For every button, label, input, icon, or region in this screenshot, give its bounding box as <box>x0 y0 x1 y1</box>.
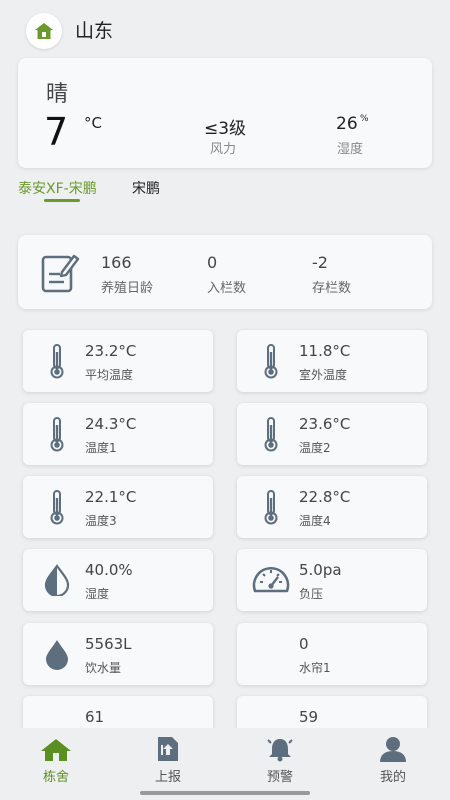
thermometer-icon <box>255 416 287 452</box>
tile-label: 水帘1 <box>299 661 331 675</box>
sensor-tile-avg-temp[interactable]: 23.2°C 平均温度 <box>23 330 213 392</box>
weather-condition: 晴 <box>46 82 69 107</box>
stock-count-label: 存栏数 <box>312 281 352 296</box>
humidity-value: 26 <box>336 114 358 134</box>
sensor-tile-negative-pressure[interactable]: 5.0pa 负压 <box>237 549 427 611</box>
tile-value: 11.8°C <box>299 342 351 360</box>
tile-label: 湿度 <box>85 587 110 601</box>
breeding-days-value: 166 <box>101 253 132 272</box>
thermometer-icon <box>41 343 73 379</box>
tile-value: 23.6°C <box>299 415 351 433</box>
thermometer-icon <box>255 489 287 525</box>
nav-item-alerts[interactable]: 预警 <box>240 734 320 794</box>
nav-label: 预警 <box>266 770 293 785</box>
location-title: 山东 <box>75 20 114 42</box>
nav-item-barns[interactable]: 栋舍 <box>16 734 96 794</box>
tile-value: 23.2°C <box>85 342 137 360</box>
humidity-label: 湿度 <box>337 142 364 157</box>
thermometer-icon <box>41 416 73 452</box>
tile-label: 室外温度 <box>299 368 348 382</box>
wind-value: ≤3级 <box>204 119 247 139</box>
nav-item-report[interactable]: 上报 <box>128 734 208 794</box>
tile-value: 5563L <box>85 635 132 653</box>
stock-in-value: 0 <box>207 253 218 272</box>
sensor-tile-temp-1[interactable]: 24.3°C 温度1 <box>23 403 213 465</box>
home-badge[interactable] <box>26 13 62 49</box>
nav-label: 上报 <box>154 770 181 785</box>
tile-value: 0 <box>299 635 309 653</box>
tile-value: 24.3°C <box>85 415 137 433</box>
sensor-tile-temp-3[interactable]: 22.1°C 温度3 <box>23 476 213 538</box>
tile-value: 40.0% <box>85 561 133 579</box>
temperature-unit: °C <box>84 114 102 132</box>
weather-card: 晴 7 °C ≤3级 风力 26 % 湿度 <box>18 58 432 168</box>
tile-label: 饮水量 <box>85 661 122 675</box>
humidity-unit: % <box>360 114 369 124</box>
stock-in-label: 入栏数 <box>207 281 247 296</box>
sensor-tile-temp-2[interactable]: 23.6°C 温度2 <box>237 403 427 465</box>
sensor-tile-temp-4[interactable]: 22.8°C 温度4 <box>237 476 427 538</box>
water-drop-icon <box>41 636 73 672</box>
tile-value: 5.0pa <box>299 561 342 579</box>
gauge-icon <box>249 562 293 598</box>
tab-songpeng[interactable]: 宋鹏 <box>132 178 160 198</box>
tile-label: 平均温度 <box>85 368 134 382</box>
home-icon <box>16 734 96 762</box>
humidity-drop-icon <box>41 562 73 598</box>
tile-label: 温度3 <box>85 514 117 528</box>
alarm-bell-icon <box>240 734 320 762</box>
breeding-days-label: 养殖日龄 <box>101 281 154 296</box>
home-icon <box>35 23 53 39</box>
nav-label: 栋舍 <box>42 770 69 785</box>
wind-label: 风力 <box>210 142 237 157</box>
tile-label: 温度1 <box>85 441 117 455</box>
sensor-tile-humidity[interactable]: 40.0% 湿度 <box>23 549 213 611</box>
thermometer-icon <box>255 343 287 379</box>
tile-value: 61 <box>85 708 105 726</box>
tile-value: 22.1°C <box>85 488 137 506</box>
bottom-nav: 栋舍 上报 预警 我的 <box>0 728 450 800</box>
document-edit-icon <box>41 254 80 293</box>
stock-count-value: -2 <box>312 253 328 272</box>
nav-label: 我的 <box>379 770 406 785</box>
user-icon <box>353 734 433 762</box>
sensor-tile-outdoor-temp[interactable]: 11.8°C 室外温度 <box>237 330 427 392</box>
report-upload-icon <box>128 734 208 762</box>
batch-stats-card: 166 养殖日龄 0 入栏数 -2 存栏数 <box>18 235 432 309</box>
active-tab-indicator <box>44 199 80 202</box>
tile-label: 温度2 <box>299 441 331 455</box>
sensor-tile-water-curtain-1[interactable]: 0 水帘1 <box>237 623 427 685</box>
thermometer-icon <box>41 489 73 525</box>
temperature-value: 7 <box>44 110 69 154</box>
app-header: 山东 <box>0 0 450 56</box>
tile-label: 负压 <box>299 587 324 601</box>
tile-label: 温度4 <box>299 514 331 528</box>
nav-item-profile[interactable]: 我的 <box>353 734 433 794</box>
home-indicator <box>140 791 310 795</box>
tile-value: 59 <box>299 708 319 726</box>
sensor-tile-water-intake[interactable]: 5563L 饮水量 <box>23 623 213 685</box>
tab-taian-xf-songpeng[interactable]: 泰安XF-宋鹏 <box>18 178 97 198</box>
tile-value: 22.8°C <box>299 488 351 506</box>
